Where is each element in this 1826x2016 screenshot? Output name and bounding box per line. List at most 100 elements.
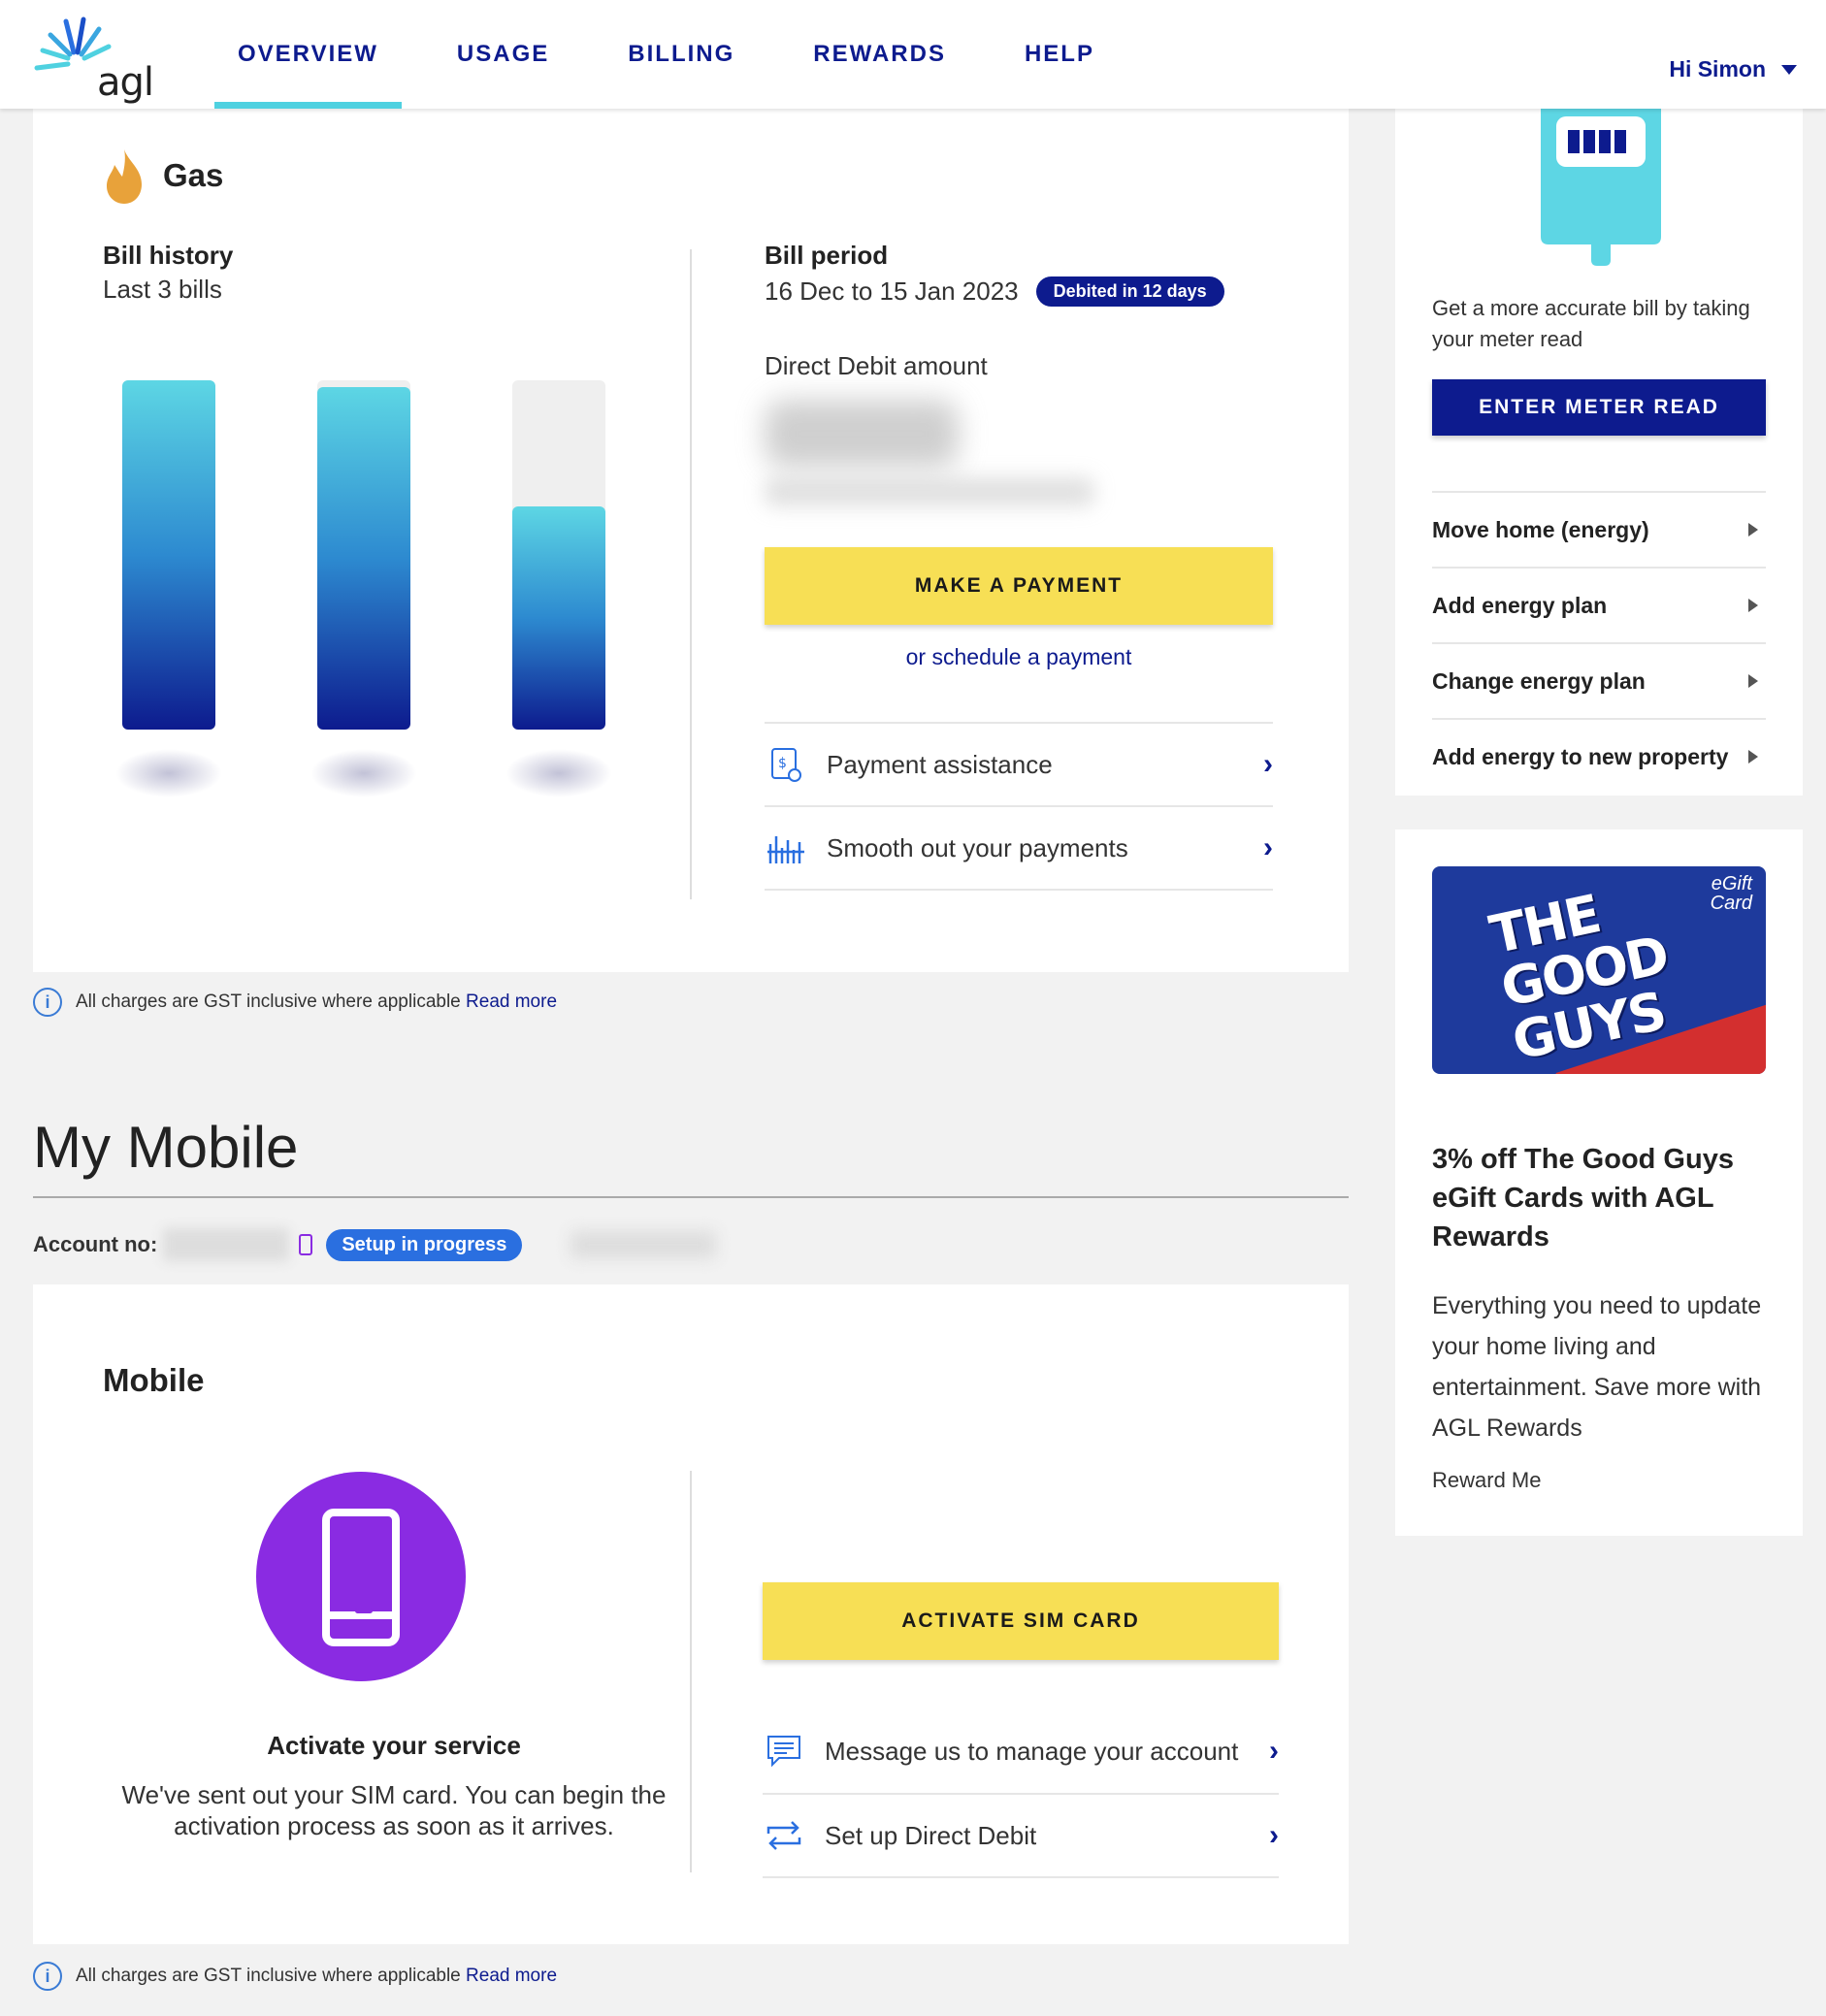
bill-period-title: Bill period — [765, 241, 889, 270]
divider — [33, 1196, 1349, 1198]
divider — [690, 1471, 692, 1872]
nav-help[interactable]: HELP — [1001, 0, 1118, 109]
arrow-right-icon — [1748, 523, 1758, 537]
payment-assistance-link[interactable]: $ Payment assistance › — [765, 722, 1273, 805]
nav-rewards[interactable]: REWARDS — [790, 0, 969, 109]
user-menu[interactable]: Hi Simon — [1669, 56, 1797, 82]
promo-heading: 3% off The Good Guys eGift Cards with AG… — [1432, 1144, 1734, 1252]
chevron-right-icon: › — [1263, 831, 1273, 863]
activate-sim-button[interactable]: ACTIVATE SIM CARD — [763, 1582, 1279, 1660]
bill-history-title: Bill history — [103, 241, 234, 270]
change-energy-plan-link[interactable]: Change energy plan — [1432, 642, 1766, 718]
redacted-account-number — [163, 1228, 290, 1261]
gas-meter-icon — [1541, 103, 1661, 266]
bill-history-subtitle: Last 3 bills — [103, 275, 222, 304]
smooth-payments-link[interactable]: Smooth out your payments › — [765, 805, 1273, 889]
bill-bar-track — [317, 380, 410, 730]
gas-card: Gas Bill history Last 3 bills Bill perio… — [33, 109, 1349, 972]
redacted-detail — [571, 1231, 717, 1258]
svg-text:$: $ — [778, 756, 787, 771]
payment-assistance-label: Payment assistance — [827, 749, 1053, 779]
add-energy-plan-label: Add energy plan — [1432, 592, 1608, 618]
bill-period-dates: 16 Dec to 15 Jan 2023 — [765, 276, 1019, 306]
bill-history-chart — [115, 380, 627, 797]
meter-card: Get a more accurate bill by taking your … — [1395, 103, 1803, 796]
direct-debit-label: Direct Debit amount — [765, 351, 988, 380]
mobile-card: Mobile Activate your service We've sent … — [33, 1284, 1349, 1944]
section-heading: My Mobile — [33, 1115, 299, 1180]
make-payment-button[interactable]: MAKE A PAYMENT — [765, 547, 1273, 625]
main-nav: OVERVIEW USAGE BILLING REWARDS HELP — [214, 0, 1150, 109]
mobile-title: Mobile — [103, 1362, 205, 1398]
divider — [765, 889, 1273, 891]
message-us-label: Message us to manage your account — [825, 1736, 1239, 1766]
gas-title: Gas — [163, 157, 224, 193]
move-home-link[interactable]: Move home (energy) — [1432, 491, 1766, 567]
info-icon: i — [33, 988, 62, 1017]
direct-debit-link[interactable]: Set up Direct Debit › — [763, 1793, 1279, 1876]
bill-bar[interactable] — [122, 380, 215, 730]
arrow-right-icon — [1748, 674, 1758, 688]
arrow-right-icon — [1748, 599, 1758, 612]
redacted-detail — [765, 477, 1094, 506]
add-energy-property-link[interactable]: Add energy to new property — [1432, 718, 1766, 794]
reward-me-link[interactable]: Reward Me — [1432, 1468, 1541, 1493]
read-more-link[interactable]: Read more — [466, 992, 557, 1012]
direct-debit-icon — [763, 1814, 805, 1857]
logo-text: agl — [97, 60, 154, 105]
add-energy-property-label: Add energy to new property — [1432, 743, 1729, 769]
activate-heading: Activate your service — [267, 1731, 521, 1760]
gst-notice: i All charges are GST inclusive where ap… — [33, 1962, 557, 1991]
gst-text: All charges are GST inclusive where appl… — [76, 992, 461, 1012]
meter-read-text: Get a more accurate bill by taking your … — [1432, 296, 1750, 351]
schedule-payment-link[interactable]: or schedule a payment — [765, 644, 1273, 670]
good-guys-giftcard-image[interactable]: THE GOOD GUYS eGift Card — [1432, 866, 1766, 1074]
chevron-down-icon — [1781, 64, 1797, 75]
bill-bar-track — [122, 380, 215, 730]
message-icon — [763, 1730, 805, 1772]
debit-status-badge: Debited in 12 days — [1035, 276, 1224, 307]
flame-icon — [107, 149, 142, 204]
enter-meter-read-button[interactable]: ENTER METER READ — [1432, 379, 1766, 436]
gst-notice: i All charges are GST inclusive where ap… — [33, 988, 557, 1017]
move-home-label: Move home (energy) — [1432, 516, 1649, 542]
read-more-link[interactable]: Read more — [466, 1966, 557, 1986]
promo-card: THE GOOD GUYS eGift Card 3% off The Good… — [1395, 829, 1803, 1536]
arrow-right-icon — [1748, 750, 1758, 764]
smooth-payments-label: Smooth out your payments — [827, 832, 1128, 862]
change-energy-plan-label: Change energy plan — [1432, 667, 1646, 694]
nav-usage[interactable]: USAGE — [434, 0, 572, 109]
bar-shadow — [115, 749, 222, 797]
agl-logo[interactable]: agl — [29, 12, 154, 105]
nav-overview[interactable]: OVERVIEW — [214, 0, 402, 109]
add-energy-plan-link[interactable]: Add energy plan — [1432, 567, 1766, 642]
bill-bar[interactable] — [512, 506, 605, 730]
bar-shadow — [505, 749, 612, 797]
promo-description: Everything you need to update your home … — [1432, 1292, 1762, 1442]
redacted-amount — [765, 400, 959, 468]
activate-description: We've sent out your SIM card. You can be… — [121, 1780, 667, 1840]
smartphone-icon — [256, 1472, 466, 1681]
nav-billing[interactable]: BILLING — [604, 0, 758, 109]
bill-bar[interactable] — [317, 387, 410, 730]
chevron-right-icon: › — [1269, 1819, 1279, 1851]
status-badge: Setup in progress — [326, 1228, 523, 1261]
message-us-link[interactable]: Message us to manage your account › — [763, 1709, 1279, 1793]
promo-egift-tag: eGift Card — [1710, 873, 1752, 914]
account-bar: Account no: Setup in progress — [33, 1228, 717, 1261]
user-greeting: Hi Simon — [1669, 56, 1766, 81]
divider — [763, 1876, 1279, 1878]
bill-period: Bill period 16 Dec to 15 Jan 2023 Debite… — [765, 241, 1224, 307]
info-icon: i — [33, 1962, 62, 1991]
direct-debit-label: Set up Direct Debit — [825, 1820, 1037, 1850]
payment-assistance-icon: $ — [765, 743, 807, 786]
chevron-right-icon: › — [1263, 748, 1273, 780]
divider — [690, 249, 692, 899]
top-header: agl OVERVIEW USAGE BILLING REWARDS HELP … — [0, 0, 1826, 109]
smooth-payments-icon — [765, 827, 807, 869]
bar-shadow — [310, 749, 417, 797]
account-label: Account no: — [33, 1232, 158, 1256]
bill-bar-track — [512, 380, 605, 730]
gst-text: All charges are GST inclusive where appl… — [76, 1966, 461, 1986]
chevron-right-icon: › — [1269, 1735, 1279, 1767]
